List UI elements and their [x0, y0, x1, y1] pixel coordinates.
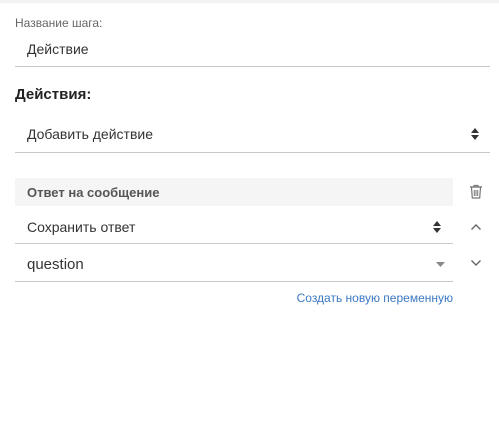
sort-icon [471, 128, 479, 140]
variable-value: question [27, 256, 84, 273]
add-action-value: Добавить действие [27, 126, 153, 142]
chevron-down-icon[interactable] [470, 259, 482, 267]
save-answer-value: Сохранить ответ [27, 219, 136, 235]
chevron-up-icon[interactable] [470, 223, 482, 231]
actions-heading: Действия: [15, 86, 92, 103]
action-card-title: Ответ на сообщение [27, 185, 160, 200]
top-edge-divider [0, 0, 499, 3]
trash-icon[interactable] [469, 184, 483, 199]
save-answer-select[interactable]: Сохранить ответ [15, 210, 453, 244]
caret-down-icon [436, 262, 445, 267]
step-name-label: Название шага: [15, 16, 103, 30]
action-card-header: Ответ на сообщение [15, 178, 453, 206]
step-name-value: Действие [27, 41, 89, 57]
sort-icon [433, 221, 441, 233]
create-variable-link[interactable]: Создать новую переменную [297, 291, 453, 305]
add-action-select[interactable]: Добавить действие [15, 116, 490, 153]
variable-select[interactable]: question [15, 248, 453, 282]
step-name-input[interactable]: Действие [15, 34, 490, 67]
